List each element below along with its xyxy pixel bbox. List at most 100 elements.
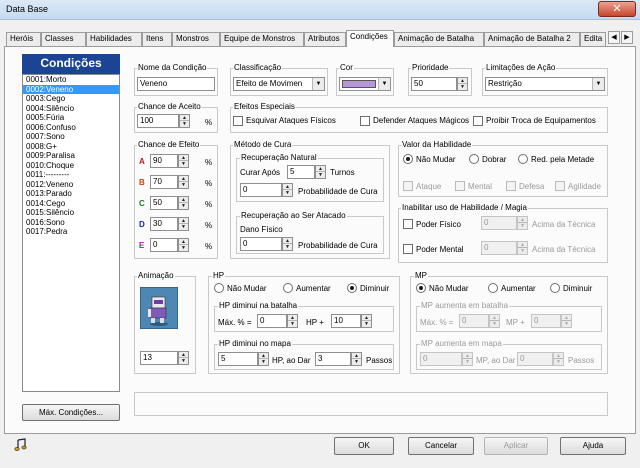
mental-power-field[interactable]: 0 <box>481 241 517 255</box>
mp-steps-stepper[interactable]: ▲ ▼ <box>553 352 564 366</box>
tab-monstros[interactable]: Monstros <box>172 32 220 46</box>
mp-steps-field[interactable]: 0 <box>517 352 553 366</box>
tab-equipe-monstros[interactable]: Equipe de Monstros <box>220 32 304 46</box>
cure-turns-stepper[interactable]: ▲ ▼ <box>315 165 326 179</box>
ability-no-change-radio[interactable] <box>403 154 413 164</box>
defense-checkbox[interactable] <box>506 181 516 191</box>
list-item[interactable]: 0011:--------- <box>23 170 119 180</box>
tab-scroll-right-button[interactable]: ▶ <box>621 31 633 44</box>
list-item[interactable]: 0008:G+ <box>23 142 119 152</box>
ability-double-radio[interactable] <box>469 154 479 164</box>
tab-itens[interactable]: Itens <box>142 32 172 46</box>
tab-scroll-left-button[interactable]: ◀ <box>608 31 620 44</box>
rank-a-stepper[interactable]: ▲ ▼ <box>178 154 189 168</box>
rank-d-field[interactable]: 30 <box>150 217 178 231</box>
action-limit-select[interactable]: Restrição ▼ <box>485 77 605 91</box>
priority-stepper[interactable]: ▲ ▼ <box>457 77 468 91</box>
physical-power-stepper[interactable]: ▲ ▼ <box>517 216 528 230</box>
list-item[interactable]: 0004:Silêncio <box>23 104 119 114</box>
tab-condicoes[interactable]: Condições <box>346 30 394 47</box>
mp-map-field[interactable]: 0 <box>420 352 462 366</box>
physical-power-checkbox[interactable] <box>403 219 413 229</box>
mental-power-stepper[interactable]: ▲ ▼ <box>517 241 528 255</box>
list-item[interactable]: 0010:Choque <box>23 161 119 171</box>
ability-half-radio[interactable] <box>518 154 528 164</box>
hp-map-field[interactable]: 5 <box>218 352 258 366</box>
list-item[interactable]: 0015:Silêncio <box>23 208 119 218</box>
tab-editar[interactable]: Edita <box>580 32 606 46</box>
mp-no-change-radio[interactable] <box>416 283 426 293</box>
tab-atributos[interactable]: Atributos <box>304 32 346 46</box>
animation-stepper[interactable]: ▲ ▼ <box>178 351 189 365</box>
close-window-button[interactable]: ✕ <box>598 1 636 17</box>
apply-button[interactable]: Aplicar <box>484 437 548 455</box>
rank-a-field[interactable]: 90 <box>150 154 178 168</box>
hp-battle-plus-stepper[interactable]: ▲ ▼ <box>361 314 372 328</box>
rank-c-field[interactable]: 50 <box>150 196 178 210</box>
tab-herois[interactable]: Heróis <box>6 32 41 46</box>
classification-select[interactable]: Efeito de Movimen ▼ <box>233 77 325 91</box>
hit-chance-stepper[interactable]: ▲ ▼ <box>179 114 190 128</box>
priority-field[interactable]: 50 <box>411 77 457 91</box>
hit-chance-field[interactable]: 100 <box>137 114 179 128</box>
hp-battle-max-stepper[interactable]: ▲ ▼ <box>287 314 298 328</box>
tab-animacao-batalha[interactable]: Animação de Batalha <box>394 32 484 46</box>
cancel-button[interactable]: Cancelar <box>408 437 474 455</box>
forbid-equip-checkbox[interactable] <box>473 116 483 126</box>
music-note-icon[interactable] <box>14 438 28 452</box>
mp-increase-radio[interactable] <box>488 283 498 293</box>
mp-battle-max-field[interactable]: 0 <box>459 314 489 328</box>
list-item[interactable]: 0003:Cego <box>23 94 119 104</box>
help-button[interactable]: Ajuda <box>560 437 626 455</box>
physical-power-field[interactable]: 0 <box>481 216 517 230</box>
agility-checkbox[interactable] <box>555 181 565 191</box>
hp-no-change-radio[interactable] <box>214 283 224 293</box>
hp-increase-radio[interactable] <box>283 283 293 293</box>
mp-decrease-radio[interactable] <box>550 283 560 293</box>
hp-map-stepper[interactable]: ▲ ▼ <box>258 352 269 366</box>
attacked-cure-prob-stepper[interactable]: ▲ ▼ <box>282 237 293 251</box>
ok-button[interactable]: OK <box>334 437 394 455</box>
list-item[interactable]: 0005:Fúria <box>23 113 119 123</box>
rank-c-stepper[interactable]: ▲ ▼ <box>178 196 189 210</box>
list-item-selected[interactable]: 0002:Veneno <box>23 84 119 94</box>
mp-battle-plus-field[interactable]: 0 <box>531 314 561 328</box>
mp-map-stepper[interactable]: ▲ ▼ <box>462 352 473 366</box>
cure-turns-field[interactable]: 5 <box>287 165 315 179</box>
mp-battle-plus-stepper[interactable]: ▲ ▼ <box>561 314 572 328</box>
hp-steps-stepper[interactable]: ▲ ▼ <box>351 352 362 366</box>
list-item[interactable]: 0017:Pedra <box>23 227 119 237</box>
color-select[interactable]: ▼ <box>339 77 391 91</box>
hp-decrease-radio[interactable] <box>347 283 357 293</box>
conditions-list[interactable]: 0001:Morto 0002:Veneno 0003:Cego 0004:Si… <box>22 74 120 392</box>
mental-checkbox[interactable] <box>455 181 465 191</box>
rank-d-stepper[interactable]: ▲ ▼ <box>178 217 189 231</box>
mp-battle-max-stepper[interactable]: ▲ ▼ <box>489 314 500 328</box>
attack-checkbox[interactable] <box>403 181 413 191</box>
rank-b-field[interactable]: 70 <box>150 175 178 189</box>
list-item[interactable]: 0009:Paralisa <box>23 151 119 161</box>
rank-b-stepper[interactable]: ▲ ▼ <box>178 175 189 189</box>
block-magic-checkbox[interactable] <box>360 116 370 126</box>
hp-battle-max-field[interactable]: 0 <box>257 314 287 328</box>
list-item[interactable]: 0001:Morto <box>23 75 119 85</box>
tab-animacao-batalha-2[interactable]: Animação de Batalha 2 <box>484 32 580 46</box>
dodge-physical-checkbox[interactable] <box>233 116 243 126</box>
condition-name-field[interactable]: Veneno <box>137 77 215 91</box>
mental-power-checkbox[interactable] <box>403 244 413 254</box>
max-conditions-button[interactable]: Máx. Condições... <box>22 404 120 421</box>
natural-cure-prob-stepper[interactable]: ▲ ▼ <box>282 183 293 197</box>
list-item[interactable]: 0007:Sono <box>23 132 119 142</box>
list-item[interactable]: 0013:Parado <box>23 189 119 199</box>
tab-classes[interactable]: Classes <box>41 32 86 46</box>
hp-steps-field[interactable]: 3 <box>315 352 351 366</box>
list-item[interactable]: 0016:Sono <box>23 218 119 228</box>
hp-battle-plus-field[interactable]: 10 <box>331 314 361 328</box>
tab-habilidades[interactable]: Habilidades <box>86 32 142 46</box>
rank-e-stepper[interactable]: ▲ ▼ <box>178 238 189 252</box>
natural-cure-prob-field[interactable]: 0 <box>240 183 282 197</box>
list-item[interactable]: 0014:Cego <box>23 199 119 209</box>
animation-preview[interactable] <box>140 287 178 329</box>
list-item[interactable]: 0012:Veneno <box>23 180 119 190</box>
list-item[interactable]: 0006:Confuso <box>23 123 119 133</box>
